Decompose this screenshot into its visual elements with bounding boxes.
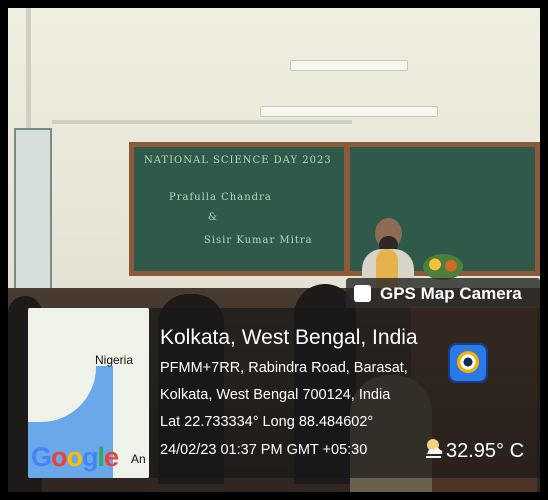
coordinates: Lat 22.733334° Long 88.484602°: [160, 414, 374, 430]
board-line-2: &: [208, 212, 218, 223]
map-land-west: [28, 362, 96, 422]
gps-app-name: GPS Map Camera: [380, 284, 522, 303]
address-line-2: Kolkata, West Bengal 700124, India: [160, 387, 391, 403]
google-logo: Google: [31, 442, 119, 472]
lens-center-icon: [457, 351, 479, 373]
ceiling-light-lower: [260, 106, 438, 117]
date-time: 24/02/23 01:37 PM GMT +05:30: [160, 442, 368, 458]
left-chalkboard: NATIONAL SCIENCE DAY 2023 Prafulla Chand…: [129, 142, 349, 276]
address-line-1: PFMM+7RR, Rabindra Road, Barasat,: [160, 360, 408, 376]
location-title: Kolkata, West Bengal, India: [160, 326, 418, 349]
camera-lens-icon: [448, 343, 488, 383]
map-label-nigeria: Nigeria: [95, 353, 134, 367]
gps-header: GPS Map Camera: [346, 278, 540, 308]
ceiling-light-upper: [290, 60, 408, 71]
board-line-3: Sisir Kumar Mitra: [204, 235, 313, 246]
photo-frame: NATIONAL SCIENCE DAY 2023 Prafulla Chand…: [0, 0, 548, 500]
temperature: 32.95° C: [446, 440, 525, 462]
board-line-1: Prafulla Chandra: [169, 192, 272, 203]
board-heading: NATIONAL SCIENCE DAY 2023: [144, 155, 332, 166]
wall-pipe-horizontal: [52, 120, 352, 124]
gps-camera-icon: [354, 285, 371, 302]
flower-bouquet: [423, 254, 463, 280]
classroom-photo: NATIONAL SCIENCE DAY 2023 Prafulla Chand…: [8, 8, 540, 492]
classroom-window: [14, 128, 52, 312]
map-label-partial: An: [131, 452, 146, 466]
partly-cloudy-icon: [426, 439, 443, 458]
map-thumbnail: Nigeria An Google: [28, 308, 149, 478]
